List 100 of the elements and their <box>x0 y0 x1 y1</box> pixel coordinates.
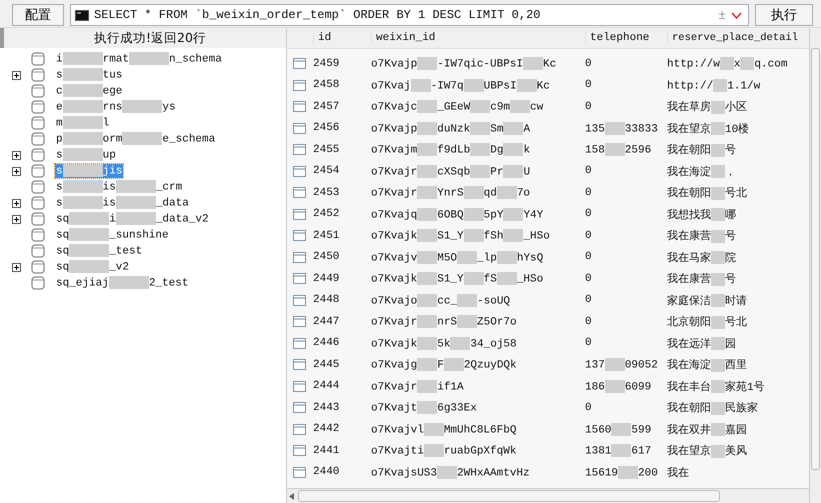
table-cell-text: o7Kvajv M5O _lp hYsQ <box>371 250 544 264</box>
table-cell-text: 0 <box>585 294 593 306</box>
table-cell-text: 我在海淀 ， <box>667 164 737 179</box>
database-icon <box>31 84 45 98</box>
database-icon <box>31 116 45 130</box>
table-cell-text: 2450 <box>313 251 340 264</box>
table-cell-text: 0 <box>585 272 593 285</box>
table-cell-text: 2448 <box>313 294 340 306</box>
row-icon <box>293 338 306 349</box>
row-icon <box>293 80 306 91</box>
table-cell-text: 我在丰台 家苑1号 <box>667 379 766 394</box>
database-name[interactable]: sq i _data_v2 <box>55 212 210 226</box>
database-name[interactable]: p orm e_schema <box>55 132 216 146</box>
database-name[interactable]: sq _sunshine <box>55 228 170 242</box>
table-cell-text: o7Kvajp -IW7qic-UBPsI Kc <box>371 57 558 70</box>
config-button[interactable]: 配置 <box>12 4 64 26</box>
expand-icon[interactable] <box>12 70 21 80</box>
database-icon <box>31 180 45 194</box>
expand-icon[interactable] <box>12 262 21 272</box>
database-icon <box>31 228 45 242</box>
table-cell-text: 0 <box>585 79 593 92</box>
table-cell-text: 158 2596 <box>585 143 652 156</box>
row-icon <box>293 424 306 435</box>
table-cell-text: o7KvajsUS3 2WHxAAmtvHz <box>371 466 531 479</box>
database-name[interactable]: e rns ys <box>55 100 177 114</box>
row-icon <box>293 208 306 220</box>
table-cell-text: 2447 <box>313 316 340 328</box>
column-header[interactable]: weixin_id <box>371 32 585 44</box>
table-cell-text: 2459 <box>313 58 340 70</box>
table-cell-text: 135 33833 <box>585 122 659 135</box>
row-icon <box>293 122 306 134</box>
row-icon <box>293 359 306 370</box>
database-name[interactable]: s is _crm <box>55 180 184 194</box>
table-cell-text: 2455 <box>313 144 340 156</box>
table-cell-text: 2457 <box>313 100 340 113</box>
expand-icon[interactable] <box>12 150 21 160</box>
table-cell-text: 2445 <box>313 358 340 371</box>
query-text: SELECT * FROM `b_weixin_order_temp` ORDER BY 1 DESC LIMIT 0,20 <box>94 8 542 22</box>
table-cell-text: 我想找我 哪 <box>667 207 737 222</box>
horizontal-scrollbar[interactable] <box>287 488 809 503</box>
database-icon <box>31 164 45 178</box>
table-cell-text: http:// 1.1/w <box>667 78 762 92</box>
table-cell-text: 我在草房 小区 <box>667 100 748 114</box>
table-cell-text: o7Kvajp duNzk Sm A <box>371 122 532 135</box>
database-icon <box>31 52 45 66</box>
console-icon <box>75 10 89 20</box>
table-cell-text: 2443 <box>313 402 340 414</box>
row-icon <box>293 230 306 242</box>
table-cell-text: 我在远洋 园 <box>667 336 737 351</box>
database-icon <box>31 132 45 146</box>
table-cell-text: 我在马家 院 <box>667 250 737 265</box>
row-icon <box>293 166 306 177</box>
expand-icon[interactable] <box>12 166 21 176</box>
table-cell-text: 137 09052 <box>585 358 659 372</box>
row-icon <box>293 445 306 456</box>
database-icon <box>31 68 45 82</box>
table-cell-text: o7Kvaj -IW7q UBPsI Kc <box>371 78 551 92</box>
table-cell-text: 我在望京 美风 <box>667 444 748 458</box>
table-cell-text: 2444 <box>313 380 340 392</box>
table-cell-text: o7Kvajti ruabGpXfqWk <box>371 444 518 458</box>
row-icon <box>293 252 306 263</box>
status-message: 执行成功!返回20行 <box>94 30 206 46</box>
scroll-left-icon[interactable] <box>289 492 294 500</box>
database-icon <box>31 148 45 162</box>
run-button[interactable]: 执行 <box>755 4 813 26</box>
table-cell-text: 我在双井 嘉园 <box>667 422 748 437</box>
row-icon <box>293 144 306 156</box>
expand-icon[interactable] <box>12 214 21 224</box>
table-cell-text: 我在康营 号 <box>667 228 737 244</box>
vertical-scrollbar[interactable] <box>809 28 821 503</box>
row-icon <box>293 316 306 328</box>
table-cell-text: 2453 <box>313 186 340 199</box>
table-cell-text: 我在海淀 西里 <box>667 358 748 372</box>
table-cell-text: 我在 <box>667 466 690 480</box>
database-icon <box>31 100 45 114</box>
table-cell-text: o7Kvajk 5k 34_oj58 <box>371 336 518 350</box>
table-cell-text: o7Kvajr cXSqb Pr U <box>371 164 532 178</box>
database-icon <box>31 196 45 210</box>
database-icon <box>31 276 45 290</box>
row-icon <box>293 402 306 414</box>
query-field[interactable]: SELECT * FROM `b_weixin_order_temp` ORDER BY 1 DESC LIMIT 0,20 ± <box>70 4 749 26</box>
table-cell-text: 186 6099 <box>585 380 652 393</box>
row-icon <box>293 294 306 306</box>
table-cell-text: 0 <box>585 251 593 264</box>
column-header[interactable]: id <box>313 32 371 44</box>
table-cell-text: 0 <box>585 208 593 220</box>
table-cell-text: 我在朝阳 民族家 <box>667 400 759 416</box>
table-cell-text: 家庭保洁 时请 <box>667 293 748 308</box>
column-header[interactable]: telephone <box>585 32 667 44</box>
database-name[interactable]: sq _test <box>55 244 144 258</box>
table-cell-text: 北京朝阳 号北 <box>667 314 748 330</box>
table-cell-text: 2451 <box>313 230 340 242</box>
table-cell-text: o7Kvajvl MmUhC8L6FbQ <box>371 422 518 436</box>
chevron-down-icon[interactable] <box>731 12 742 18</box>
database-name[interactable]: s is _data <box>55 196 190 210</box>
table-cell-text: o7Kvajc _GEeW c9m cw <box>371 100 544 114</box>
database-name[interactable]: i rmat n_schema <box>55 52 223 66</box>
table-cell-text: 0 <box>585 165 593 178</box>
expand-icon[interactable] <box>12 198 21 208</box>
database-name[interactable]: sq_ejiaj 2_test <box>55 276 190 290</box>
